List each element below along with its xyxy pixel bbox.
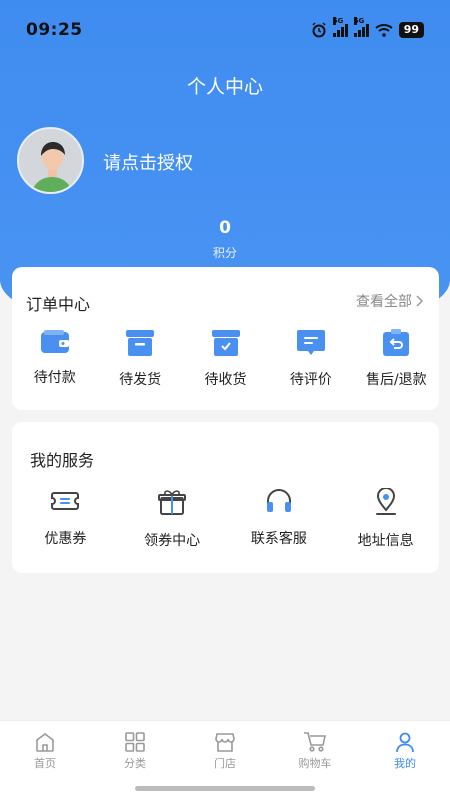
order-status-grid: 待付款 待发货 待收货 待评价 售后/退款: [12, 329, 439, 389]
status-time: 09:25: [26, 20, 83, 40]
wifi-icon: [375, 24, 393, 37]
headphone-icon: [266, 489, 291, 512]
cart-icon: [304, 732, 326, 752]
tab-label: 门店: [214, 757, 236, 770]
coupon-icon: [51, 492, 80, 510]
services-grid: 优惠券 领券中心 联系客服 地址信息: [12, 488, 439, 550]
battery-indicator: 99: [398, 22, 424, 38]
status-icons: 5G 5G 99: [311, 17, 424, 38]
wallet-icon: [40, 330, 69, 353]
alarm-icon: [312, 22, 326, 38]
service-item-label: 联系客服: [250, 531, 307, 547]
order-center-card: 订单中心 查看全部 待付款 待发货 待收货 待评价 售后/退款: [12, 267, 439, 410]
refund-icon: [383, 329, 410, 356]
service-item-coupon-center[interactable]: 领券中心: [119, 488, 226, 550]
service-item-address[interactable]: 地址信息: [332, 488, 439, 550]
signal-icon-2: 5G: [353, 17, 369, 37]
home-icon: [36, 733, 54, 752]
service-item-label: 地址信息: [357, 533, 414, 549]
home-indicator[interactable]: [135, 786, 315, 791]
tab-label: 我的: [394, 757, 416, 770]
store-icon: [215, 733, 235, 752]
view-all-label: 查看全部: [356, 294, 412, 310]
gift-icon: [158, 490, 187, 515]
order-item-pending-receipt[interactable]: 待收货: [183, 329, 268, 389]
order-item-pending-payment[interactable]: 待付款: [12, 329, 97, 389]
receive-box-icon: [211, 330, 240, 356]
points-label: 积分: [212, 246, 237, 260]
order-item-label: 待收货: [204, 372, 247, 388]
user-icon: [396, 732, 414, 753]
view-all-orders-link[interactable]: 查看全部: [356, 291, 423, 311]
box-icon: [126, 330, 155, 356]
order-item-label: 待付款: [33, 370, 76, 386]
status-bar: 09:25 5G 5G 99: [0, 0, 450, 60]
tab-label: 首页: [34, 757, 56, 770]
service-item-customer-service[interactable]: 联系客服: [226, 488, 333, 550]
order-center-title: 订单中心: [26, 295, 91, 314]
order-item-after-sales[interactable]: 售后/退款: [354, 329, 439, 389]
service-item-coupons[interactable]: 优惠券: [12, 488, 119, 550]
page-title: 个人中心: [186, 76, 263, 98]
tab-label: 分类: [124, 757, 146, 770]
order-item-label: 待评价: [289, 372, 332, 388]
order-item-pending-shipment[interactable]: 待发货: [97, 329, 182, 389]
order-item-label: 售后/退款: [365, 372, 427, 388]
service-item-label: 优惠券: [44, 531, 87, 547]
tab-label: 购物车: [298, 757, 332, 770]
service-item-label: 领券中心: [144, 533, 201, 549]
my-services-card: 我的服务 优惠券 领券中心 联系客服 地址信息: [12, 422, 439, 573]
order-item-label: 待发货: [119, 372, 162, 388]
signal-icon-1: 5G: [332, 17, 348, 37]
points-value: 0: [219, 218, 231, 238]
order-item-pending-review[interactable]: 待评价: [268, 329, 353, 389]
services-title: 我的服务: [30, 451, 95, 470]
tab-mine[interactable]: 我的: [360, 721, 450, 800]
location-icon: [375, 488, 396, 515]
chevron-right-icon: [416, 295, 423, 307]
tab-home[interactable]: 首页: [0, 721, 90, 800]
avatar[interactable]: [17, 127, 84, 194]
comment-icon: [296, 330, 325, 355]
category-icon: [125, 732, 145, 752]
authorize-link[interactable]: 请点击授权: [103, 149, 193, 175]
